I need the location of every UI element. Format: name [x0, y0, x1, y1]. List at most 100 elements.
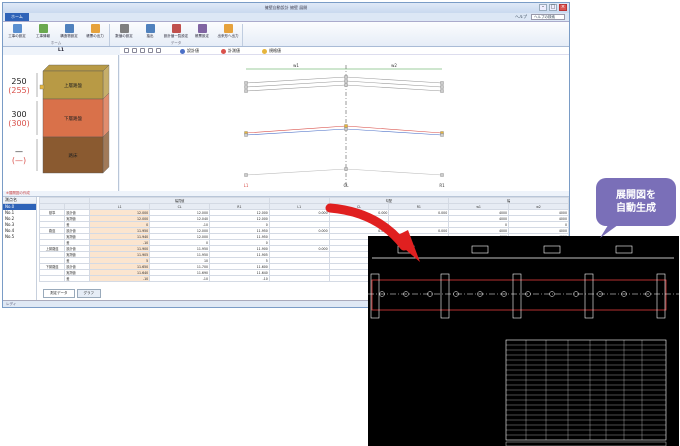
legend-design[interactable]: 設計値 — [180, 48, 199, 54]
layer-side-face — [102, 130, 110, 174]
ribbon-button-label: 設計値一覧設定 — [163, 34, 189, 38]
legend-measured-label: 計測値 — [228, 48, 240, 53]
cad-inlet — [397, 245, 415, 254]
ribbon-tabs: ホーム ヘルプ ヘルプの検索 — [3, 13, 569, 22]
layer-thickness: 250 — [11, 77, 26, 86]
point-marker[interactable] — [344, 124, 348, 128]
info-icon — [38, 24, 48, 33]
station-axis-label: CL — [343, 183, 349, 188]
callout-bubble: 展開図を 自動生成 — [596, 178, 676, 226]
point-marker[interactable] — [244, 81, 248, 85]
table-cell[interactable] — [268, 275, 330, 282]
table-cell[interactable]: -10 — [149, 275, 210, 282]
pan-icon[interactable] — [148, 48, 153, 53]
point-marker[interactable] — [440, 85, 444, 89]
list-icon — [171, 24, 181, 33]
ribbon-button[interactable]: 工事情報 — [31, 24, 55, 41]
point-marker[interactable] — [440, 89, 444, 93]
station-list-header: 測点名 — [3, 197, 36, 204]
export-icon — [223, 24, 233, 33]
legend-measured[interactable]: 計測値 — [221, 48, 240, 54]
cad-inlet — [543, 245, 561, 254]
tab-measure-data[interactable]: 測定データ — [43, 289, 75, 298]
point-marker[interactable] — [344, 167, 348, 171]
layer-thickness: 300 — [11, 110, 26, 119]
ribbon-button[interactable]: 数値の設定 — [112, 24, 136, 41]
cad-inlet — [615, 245, 633, 254]
plot-legend: 設計値 計測値 規格値 — [180, 48, 281, 54]
point-marker[interactable] — [244, 85, 248, 89]
ribbon-button-label: 構造物設定 — [60, 34, 78, 38]
layer-title: L1 — [58, 48, 64, 53]
legend-design-dot — [180, 48, 185, 54]
cad-canvas — [368, 245, 679, 446]
legend-standard-dot — [262, 48, 267, 54]
cad-inlet — [471, 245, 489, 254]
point-marker[interactable] — [440, 173, 444, 177]
report-icon — [90, 24, 100, 33]
layer-name: 下層路盤 — [64, 115, 82, 122]
help-search-input[interactable]: ヘルプの検索 — [531, 14, 565, 20]
callout-line1: 展開図を — [616, 190, 656, 201]
ribbon: 工事の設定 工事情報 構造物設定 帳票の出力ホーム 数値の設定 抽出 設計値一覧設定 帳票設定… — [3, 22, 569, 47]
ribbon-button[interactable]: 帳票の出力 — [83, 24, 107, 41]
layer-measured: (300) — [8, 119, 30, 128]
structure-icon — [64, 24, 74, 33]
cad-joint — [584, 273, 594, 319]
layer-top-face — [42, 64, 110, 72]
ribbon-button-label: 工事の設定 — [8, 34, 26, 38]
ribbon-button[interactable]: 出来形へ出力 — [216, 24, 240, 41]
section-plot: w1 w2 L1 CL R1 — [244, 63, 446, 188]
ribbon-button[interactable]: 帳票設定 — [190, 24, 214, 41]
ribbon-button-label: 帳票設定 — [195, 34, 209, 38]
zoom-out-icon[interactable] — [132, 48, 137, 53]
section-line — [245, 128, 443, 136]
ribbon-button-label: 工事情報 — [36, 34, 50, 38]
window-title: 擁壁自動設計 擁壁 展開 — [264, 5, 308, 10]
ribbon-button-label: 帳票の出力 — [86, 34, 104, 38]
maximize-button[interactable]: □ — [549, 4, 557, 11]
point-marker[interactable] — [244, 173, 248, 177]
tab-graph[interactable]: グラフ — [76, 289, 101, 298]
cad-joint — [440, 273, 450, 319]
ribbon-button-label: 抽出 — [146, 34, 154, 38]
zoom-in-icon[interactable] — [124, 48, 129, 53]
ribbon-button[interactable]: 構造物設定 — [57, 24, 81, 41]
layer-measured: (255) — [8, 86, 30, 95]
legend-standard[interactable]: 規格値 — [262, 48, 281, 54]
point-marker[interactable] — [244, 133, 248, 137]
sheet-icon — [197, 24, 207, 33]
table-cell[interactable]: -10 — [89, 275, 151, 282]
minimize-button[interactable]: – — [539, 4, 547, 11]
section-line — [245, 76, 443, 84]
tab-home[interactable]: ホーム — [5, 13, 29, 21]
section-line — [245, 125, 443, 134]
ribbon-button-label: 数値の設定 — [115, 34, 133, 38]
ribbon-group-name: データ — [170, 41, 182, 45]
layer-thickness: — — [15, 147, 23, 156]
project-icon — [12, 24, 22, 33]
ribbon-button[interactable]: 工事の設定 — [5, 24, 29, 41]
zoom-fit-icon[interactable] — [140, 48, 145, 53]
ribbon-group-name: ホーム — [50, 41, 62, 45]
section-view: 設計値 計測値 規格値 w1 w2 L1 CL R1 — [120, 47, 569, 191]
point-marker[interactable] — [344, 79, 348, 83]
station-list-item[interactable]: No.5 — [3, 234, 36, 240]
table-cell[interactable]: -10 — [209, 275, 270, 282]
callout: 展開図を 自動生成 — [596, 178, 676, 238]
point-marker[interactable] — [440, 81, 444, 85]
help-menu[interactable]: ヘルプ — [515, 14, 527, 20]
point-marker[interactable] — [344, 127, 348, 131]
close-button[interactable]: × — [559, 4, 567, 11]
point-marker[interactable] — [244, 89, 248, 93]
point-marker[interactable] — [344, 83, 348, 87]
vertical-scale-icon[interactable] — [156, 48, 161, 53]
title-bar: 擁壁自動設計 擁壁 展開 – □ × — [3, 3, 569, 13]
point-marker[interactable] — [344, 75, 348, 79]
station-axis-label: L1 — [244, 183, 249, 188]
station-list: 測点名 No.0 No.1 No.2 No.3 No.4 No.5 — [3, 197, 37, 300]
ribbon-button[interactable]: 設計値一覧設定 — [164, 24, 188, 41]
point-marker[interactable] — [440, 133, 444, 137]
ribbon-button[interactable]: 抽出 — [138, 24, 162, 41]
selected-layer-marker — [39, 84, 45, 90]
